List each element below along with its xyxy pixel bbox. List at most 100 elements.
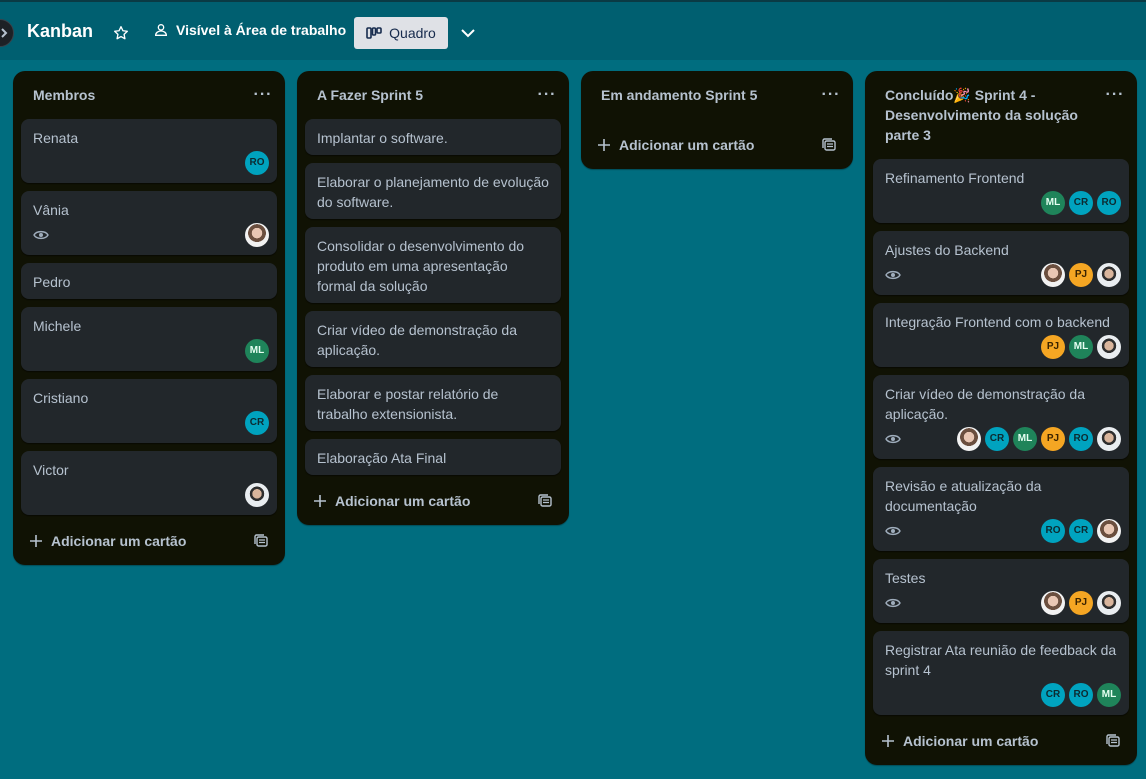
card-revisao-doc[interactable]: Revisão e atualização da documentação RO… <box>873 467 1129 551</box>
card-template-icon[interactable] <box>253 533 269 549</box>
card-relatorio[interactable]: Elaborar e postar relatório de trabalho … <box>305 375 561 431</box>
avatar-ml[interactable]: ML <box>1069 335 1093 359</box>
view-dropdown-button[interactable] <box>458 23 478 43</box>
card-badges: ML <box>33 339 269 363</box>
card-badges: PJ <box>885 263 1121 287</box>
card-badges: PJ <box>885 591 1121 615</box>
card-criar-video[interactable]: Criar vídeo de demonstração da aplicação… <box>873 375 1129 459</box>
avatar-photo[interactable] <box>1041 263 1065 287</box>
avatar-pj[interactable]: PJ <box>1069 263 1093 287</box>
avatar-pj[interactable]: PJ <box>1041 427 1065 451</box>
card-badges <box>33 483 269 507</box>
avatar-cr[interactable]: CR <box>245 411 269 435</box>
card-template-icon[interactable] <box>821 137 837 153</box>
card-badges: ML CR RO <box>885 191 1121 215</box>
list-a-fazer: A Fazer Sprint 5 ··· Implantar o softwar… <box>297 71 569 525</box>
list-menu-button[interactable]: ··· <box>1105 85 1125 105</box>
card-cristiano[interactable]: Cristiano CR <box>21 379 277 443</box>
avatar-photo[interactable] <box>245 223 269 247</box>
card-badges: CR ML PJ RO <box>885 427 1121 451</box>
star-button[interactable] <box>111 23 131 43</box>
visibility-button[interactable]: Visível à Área de trabalho <box>153 22 346 38</box>
avatar-photo[interactable] <box>1041 591 1065 615</box>
more-icon: ··· <box>821 86 841 103</box>
card-template-icon[interactable] <box>1105 733 1121 749</box>
list-title[interactable]: Em andamento Sprint 5 <box>581 71 853 105</box>
card-badges: CR RO ML <box>885 683 1121 707</box>
avatar-ro[interactable]: RO <box>245 151 269 175</box>
card-title: Cristiano <box>33 390 89 406</box>
card-video[interactable]: Criar vídeo de demonstração da aplicação… <box>305 311 561 367</box>
card-renata[interactable]: Renata RO <box>21 119 277 183</box>
list-title[interactable]: Concluído🎉 Sprint 4 - Desenvolvimento da… <box>865 71 1137 145</box>
list-title[interactable]: Membros <box>13 71 285 105</box>
avatar-ro[interactable]: RO <box>1097 191 1121 215</box>
avatar-pj[interactable]: PJ <box>1069 591 1093 615</box>
avatar-photo[interactable] <box>1097 519 1121 543</box>
card-title: Pedro <box>33 274 71 290</box>
avatar-ro[interactable]: RO <box>1069 683 1093 707</box>
avatar-cr[interactable]: CR <box>1069 191 1093 215</box>
card-members: ML <box>245 339 269 363</box>
avatar-photo[interactable] <box>1097 263 1121 287</box>
card-template-icon[interactable] <box>537 493 553 509</box>
card-members: ML CR RO <box>1041 191 1121 215</box>
chevron-down-icon <box>461 29 475 38</box>
add-card-button[interactable]: Adicionar um cartão <box>589 129 845 161</box>
card-ata-final[interactable]: Elaboração Ata Final <box>305 439 561 475</box>
card-implantar[interactable]: Implantar o software. <box>305 119 561 155</box>
avatar-cr[interactable]: CR <box>985 427 1009 451</box>
visibility-label: Visível à Área de trabalho <box>176 22 347 38</box>
card-title: Victor <box>33 462 69 478</box>
card-integracao[interactable]: Integração Frontend com o backend PJ ML <box>873 303 1129 367</box>
avatar-ml[interactable]: ML <box>1041 191 1065 215</box>
card-registrar-ata[interactable]: Registrar Ata reunião de feedback da spr… <box>873 631 1129 715</box>
view-switcher-button[interactable]: Quadro <box>354 17 448 49</box>
avatar-photo[interactable] <box>1097 427 1121 451</box>
add-card-button[interactable]: Adicionar um cartão <box>21 525 277 557</box>
more-icon: ··· <box>1105 86 1125 103</box>
plus-icon <box>314 495 326 507</box>
avatar-cr[interactable]: CR <box>1069 519 1093 543</box>
card-victor[interactable]: Victor <box>21 451 277 515</box>
expand-sidebar-button[interactable] <box>0 19 14 47</box>
list-menu-button[interactable]: ··· <box>537 85 557 105</box>
card-members <box>245 223 269 247</box>
card-members: RO CR <box>1041 519 1121 543</box>
card-title: Vânia <box>33 202 69 218</box>
card-title: Elaboração Ata Final <box>317 450 447 466</box>
list-menu-button[interactable]: ··· <box>253 85 273 105</box>
card-title: Criar vídeo de demonstração da aplicação… <box>885 386 1085 422</box>
avatar-photo[interactable] <box>245 483 269 507</box>
card-members <box>245 483 269 507</box>
card-title: Elaborar o planejamento de evolução do s… <box>317 174 549 210</box>
card-planejamento[interactable]: Elaborar o planejamento de evolução do s… <box>305 163 561 219</box>
avatar-ro[interactable]: RO <box>1041 519 1065 543</box>
card-vania[interactable]: Vânia <box>21 191 277 255</box>
avatar-ml[interactable]: ML <box>245 339 269 363</box>
board-icon <box>366 27 382 39</box>
avatar-photo[interactable] <box>957 427 981 451</box>
card-title: Integração Frontend com o backend <box>885 314 1110 330</box>
board-title[interactable]: Kanban <box>27 21 93 42</box>
avatar-pj[interactable]: PJ <box>1041 335 1065 359</box>
card-ajustes-backend[interactable]: Ajustes do Backend PJ <box>873 231 1129 295</box>
card-refinamento-frontend[interactable]: Refinamento Frontend ML CR RO <box>873 159 1129 223</box>
avatar-ml[interactable]: ML <box>1097 683 1121 707</box>
card-michele[interactable]: Michele ML <box>21 307 277 371</box>
add-card-button[interactable]: Adicionar um cartão <box>873 725 1129 757</box>
card-pedro[interactable]: Pedro <box>21 263 277 299</box>
avatar-photo[interactable] <box>1097 335 1121 359</box>
avatar-ml[interactable]: ML <box>1013 427 1037 451</box>
list-menu-button[interactable]: ··· <box>821 85 841 105</box>
list-title[interactable]: A Fazer Sprint 5 <box>297 71 569 105</box>
card-members: PJ <box>1041 591 1121 615</box>
avatar-ro[interactable]: RO <box>1069 427 1093 451</box>
card-testes[interactable]: Testes PJ <box>873 559 1129 623</box>
avatar-photo[interactable] <box>1097 591 1121 615</box>
add-card-button[interactable]: Adicionar um cartão <box>305 485 561 517</box>
card-title: Testes <box>885 570 926 586</box>
card-consolidar[interactable]: Consolidar o desenvolvimento do produto … <box>305 227 561 303</box>
avatar-cr[interactable]: CR <box>1041 683 1065 707</box>
more-icon: ··· <box>537 86 557 103</box>
